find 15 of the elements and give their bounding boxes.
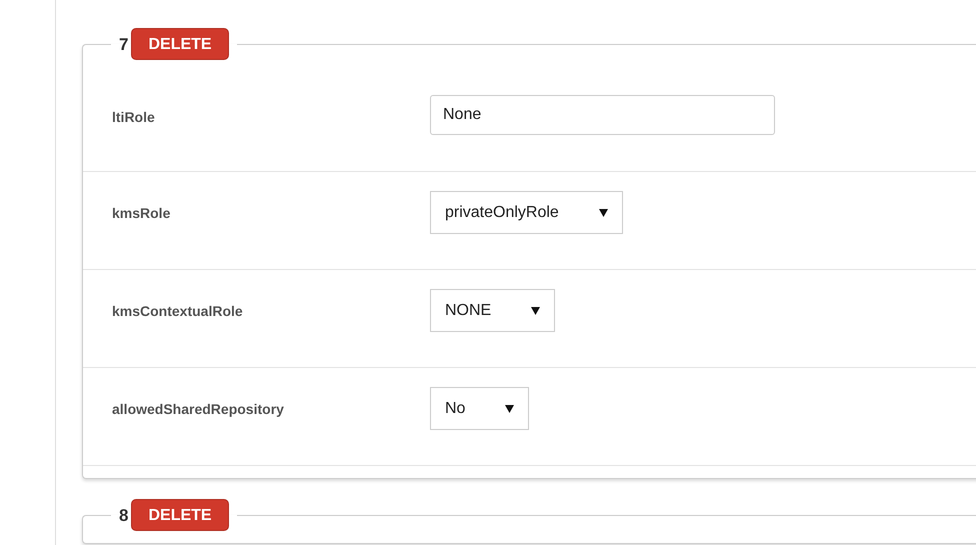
section-number: 8 (119, 506, 128, 524)
caret-icon (505, 404, 514, 412)
caret-icon (598, 208, 608, 216)
field-label: kmsContextualRole (112, 302, 244, 321)
section-number: 7 (119, 36, 128, 52)
dropdown-select[interactable]: No (430, 387, 530, 430)
dropdown-select[interactable]: NONE (430, 289, 556, 332)
text-field[interactable]: None (430, 95, 775, 135)
dropdown-select[interactable]: privateOnlyRole (430, 191, 623, 234)
caret-icon (531, 306, 540, 314)
delete-button[interactable]: DELETE (131, 28, 229, 60)
field-label: allowedSharedRepository (112, 400, 285, 419)
delete-button[interactable]: DELETE (131, 499, 229, 531)
field-label: kmsRole (112, 204, 172, 223)
field-label: ltiRole (112, 108, 156, 127)
